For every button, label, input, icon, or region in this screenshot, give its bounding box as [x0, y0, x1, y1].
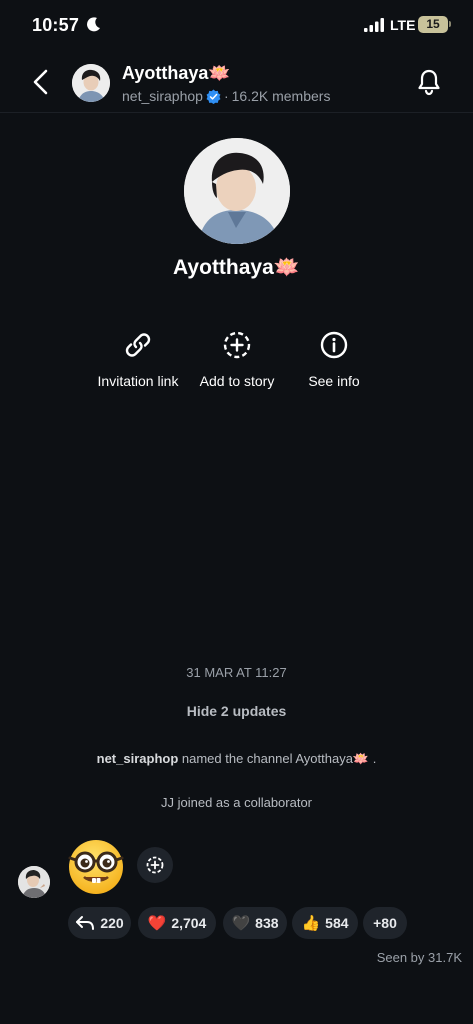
channel-renamed-event: net_siraphop named the channel Ayotthaya…	[0, 751, 473, 767]
sender-avatar[interactable]	[18, 866, 50, 898]
reply-arrow-icon	[76, 916, 95, 930]
profile-avatar[interactable]	[184, 138, 290, 244]
see-info-label: See info	[308, 373, 360, 389]
event-text: named the channel Ayotthaya🪷 .	[178, 751, 377, 766]
add-to-story-label: Add to story	[199, 373, 275, 389]
info-icon	[320, 331, 348, 359]
add-reaction-icon	[146, 856, 164, 874]
link-icon	[125, 333, 151, 357]
network-label: LTE	[390, 17, 416, 33]
thumbs-up-icon: 👍	[301, 914, 321, 932]
profile-portrait-icon	[184, 138, 290, 244]
bell-icon[interactable]	[416, 67, 442, 97]
channel-header: Ayotthaya🪷 net_siraphop · 16.2K members	[0, 55, 473, 113]
status-time: 10:57	[32, 15, 80, 35]
collaborator-joined-event: JJ joined as a collaborator	[160, 795, 313, 810]
black-heart-count: 838	[255, 915, 279, 931]
profile-name: Ayotthaya🪷	[173, 256, 300, 279]
battery-level: 15	[426, 17, 440, 31]
date-separator: 31 MAR AT 11:27	[186, 665, 287, 680]
reply-count: 220	[100, 915, 124, 931]
status-bar: 10:57 LTE 15	[0, 0, 473, 50]
channel-title[interactable]: Ayotthaya🪷	[122, 63, 231, 84]
avatar-portrait-icon	[72, 64, 110, 102]
hide-updates-button[interactable]: Hide 2 updates	[0, 703, 473, 719]
back-arrow-icon[interactable]	[28, 67, 54, 97]
black-heart-icon: 🖤	[231, 914, 251, 932]
add-reaction-button[interactable]	[137, 847, 173, 883]
thumbs-up-count: 584	[325, 915, 349, 931]
thumbs-up-reaction[interactable]: 👍 584	[292, 907, 358, 939]
seen-by-count[interactable]: Seen by 31.7K	[377, 950, 462, 965]
add-story-icon	[223, 331, 251, 359]
more-reactions-count: +80	[373, 915, 397, 931]
red-heart-icon: ❤️	[147, 914, 167, 932]
sender-portrait-icon	[18, 866, 50, 898]
separator-dot: ·	[223, 88, 229, 104]
moon-icon	[87, 17, 100, 32]
reply-count-button[interactable]: 220	[68, 907, 131, 939]
channel-avatar[interactable]	[72, 64, 110, 102]
add-to-story-button[interactable]: Add to story	[182, 330, 292, 389]
invitation-link-label: Invitation link	[97, 373, 179, 389]
verified-badge-icon	[206, 88, 221, 104]
red-heart-count: 2,704	[171, 915, 207, 931]
channel-owner: net_siraphop	[122, 88, 203, 104]
red-heart-reaction[interactable]: ❤️ 2,704	[138, 907, 216, 939]
channel-subtitle: net_siraphop · 16.2K members	[122, 88, 330, 104]
invitation-link-button[interactable]: Invitation link	[83, 330, 193, 389]
member-count: 16.2K members	[231, 88, 331, 104]
signal-icon	[364, 18, 384, 32]
battery-icon: 15	[418, 16, 451, 33]
nerd-face-emoji-icon[interactable]	[67, 838, 125, 896]
see-info-button[interactable]: See info	[279, 330, 389, 389]
black-heart-reaction[interactable]: 🖤 838	[223, 907, 287, 939]
more-reactions-button[interactable]: +80	[363, 907, 407, 939]
event-username[interactable]: net_siraphop	[97, 751, 179, 766]
